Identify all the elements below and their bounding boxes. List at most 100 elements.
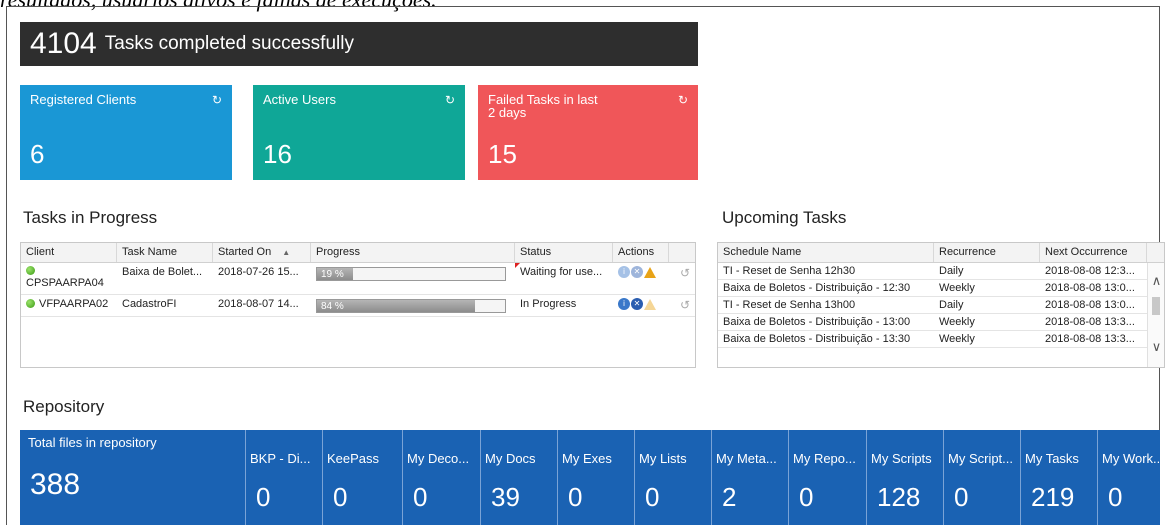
status-text: Waiting for use... <box>520 266 603 278</box>
scrollbar-thumb[interactable] <box>1152 297 1160 315</box>
failed-tasks-tile[interactable]: Failed Tasks in last 2 days ↻ 15 <box>478 85 698 180</box>
cell-recurrence: Weekly <box>939 316 975 328</box>
cell-schedule-name: Baixa de Boletos - Distribuição - 13:30 <box>723 333 911 345</box>
folder-label: My Docs <box>485 451 536 466</box>
active-users-tile[interactable]: Active Users ↻ 16 <box>253 85 465 180</box>
tasks-in-progress-title: Tasks in Progress <box>23 208 158 227</box>
table-row[interactable]: Baixa de Boletos - Distribuição - 13:30 W… <box>718 331 1164 348</box>
tile-label: Registered Clients <box>30 92 137 107</box>
folder-label: KeePass <box>327 451 380 466</box>
folder-label: My Script... <box>948 451 1014 466</box>
frame-border-left <box>6 6 7 525</box>
grid-header: Schedule Name Recurrence Next Occurrence <box>718 243 1164 263</box>
repository-folder-tile[interactable]: My Meta... 2 <box>711 430 788 525</box>
column-header-schedule-name[interactable]: Schedule Name <box>718 243 934 262</box>
completed-tasks-banner: 4104 Tasks completed successfully <box>20 22 698 66</box>
tile-value: 16 <box>263 139 292 169</box>
client-name: VFPAARPA02 <box>39 298 109 310</box>
cell-next-occurrence: 2018-08-08 13:0... <box>1045 282 1135 294</box>
history-icon[interactable]: ↺ <box>680 298 690 312</box>
frame-border-top <box>6 6 1159 7</box>
cancel-icon[interactable]: ✕ <box>631 266 643 279</box>
folder-count: 0 <box>1108 482 1123 512</box>
completed-text: Tasks completed successfully <box>104 33 354 54</box>
cell-status: In Progress <box>520 298 577 310</box>
completed-count: 4104 <box>30 27 97 60</box>
column-header-started-on[interactable]: Started On ▲ <box>213 243 311 262</box>
cell-recurrence: Daily <box>939 265 964 277</box>
cell-client: CPSPAARPA04 <box>21 263 117 294</box>
column-header-status[interactable]: Status <box>515 243 613 262</box>
cell-schedule-name: Baixa de Boletos - Distribuição - 13:00 <box>723 316 911 328</box>
repository-folder-tile[interactable]: My Script... 0 <box>943 430 1020 525</box>
cell-actions: i ✕ <box>613 263 669 294</box>
total-files-tile[interactable]: Total files in repository 388 <box>20 430 245 525</box>
folder-count: 0 <box>799 482 814 512</box>
table-row[interactable]: VFPAARPA02 CadastroFI 2018-08-07 14... 8… <box>21 295 695 317</box>
vertical-scrollbar[interactable]: ∧ ∨ <box>1147 263 1164 367</box>
warning-icon[interactable] <box>644 266 656 278</box>
progress-bar: 19 % <box>316 267 506 281</box>
chevron-down-icon[interactable]: ∨ <box>1148 339 1165 355</box>
cell-next-occurrence: 2018-08-08 13:3... <box>1045 316 1135 328</box>
folder-label: My Lists <box>639 451 687 466</box>
cell-next-occurrence: 2018-08-08 12:3... <box>1045 265 1135 277</box>
folder-count: 39 <box>491 482 520 512</box>
repository-folder-tile[interactable]: KeePass 0 <box>322 430 402 525</box>
folder-label: BKP - Di... <box>250 451 311 466</box>
column-header-progress[interactable]: Progress <box>311 243 515 262</box>
progress-text: 19 % <box>321 269 344 280</box>
tile-label: Active Users <box>263 92 336 107</box>
column-header-actions[interactable]: Actions <box>613 243 669 262</box>
folder-label: My Scripts <box>871 451 932 466</box>
repository-folder-tile[interactable]: My Deco... 0 <box>402 430 480 525</box>
cell-schedule-name: TI - Reset de Senha 12h30 <box>723 265 856 277</box>
table-row[interactable]: TI - Reset de Senha 13h00 Daily 2018-08-08… <box>718 297 1164 314</box>
column-header-next-occurrence[interactable]: Next Occurrence <box>1040 243 1147 262</box>
cell-recurrence: Weekly <box>939 282 975 294</box>
refresh-icon[interactable]: ↻ <box>678 93 688 107</box>
table-row[interactable]: Baixa de Boletos - Distribuição - 13:00 W… <box>718 314 1164 331</box>
cell-schedule-name: TI - Reset de Senha 13h00 <box>723 299 856 311</box>
folder-label: My Tasks <box>1025 451 1079 466</box>
folder-count: 0 <box>568 482 583 512</box>
folder-label: My Repo... <box>793 451 856 466</box>
repository-folder-tile[interactable]: My Exes 0 <box>557 430 634 525</box>
repository-folder-tile[interactable]: My Work... 0 <box>1097 430 1160 525</box>
cell-progress: 84 % <box>311 295 515 316</box>
cell-task-name: Baixa de Bolet... <box>122 266 203 278</box>
warning-icon[interactable] <box>644 298 656 310</box>
repository-folder-tile[interactable]: My Docs 39 <box>480 430 557 525</box>
repository-folder-tile[interactable]: My Lists 0 <box>634 430 711 525</box>
refresh-icon[interactable]: ↻ <box>445 93 455 107</box>
repository-folder-tile[interactable]: My Scripts 128 <box>866 430 943 525</box>
table-row[interactable]: Baixa de Boletos - Distribuição - 12:30 W… <box>718 280 1164 297</box>
cell-recurrence: Daily <box>939 299 964 311</box>
folder-label: My Work... <box>1102 451 1159 466</box>
upcoming-tasks-title: Upcoming Tasks <box>722 208 847 227</box>
folder-count: 0 <box>413 482 428 512</box>
refresh-icon[interactable]: ↻ <box>212 93 222 107</box>
upcoming-rows: TI - Reset de Senha 12h30 Daily 2018-08-08… <box>718 263 1164 348</box>
column-header-extra <box>669 243 695 262</box>
status-online-icon <box>26 299 35 308</box>
table-row[interactable]: CPSPAARPA04 Baixa de Bolet... 2018-07-26… <box>21 263 695 295</box>
folder-count: 0 <box>256 482 271 512</box>
column-header-client[interactable]: Client <box>21 243 117 262</box>
folder-count: 0 <box>333 482 348 512</box>
total-files-label: Total files in repository <box>28 435 157 450</box>
repository-folder-tile[interactable]: My Repo... 0 <box>788 430 866 525</box>
info-icon[interactable]: i <box>618 266 630 279</box>
cancel-icon[interactable]: ✕ <box>631 298 643 311</box>
repository-folder-tile[interactable]: My Tasks 219 <box>1020 430 1097 525</box>
column-header-task-name[interactable]: Task Name <box>117 243 213 262</box>
chevron-up-icon[interactable]: ∧ <box>1148 273 1165 289</box>
column-header-recurrence[interactable]: Recurrence <box>934 243 1040 262</box>
table-row[interactable]: TI - Reset de Senha 12h30 Daily 2018-08-08… <box>718 263 1164 280</box>
client-name: CPSPAARPA04 <box>26 277 104 289</box>
repository-folder-tile[interactable]: BKP - Di... 0 <box>245 430 322 525</box>
history-icon[interactable]: ↺ <box>680 266 690 280</box>
tile-label: Failed Tasks in last 2 days <box>488 92 598 120</box>
registered-clients-tile[interactable]: Registered Clients ↻ 6 <box>20 85 232 180</box>
info-icon[interactable]: i <box>618 298 630 311</box>
